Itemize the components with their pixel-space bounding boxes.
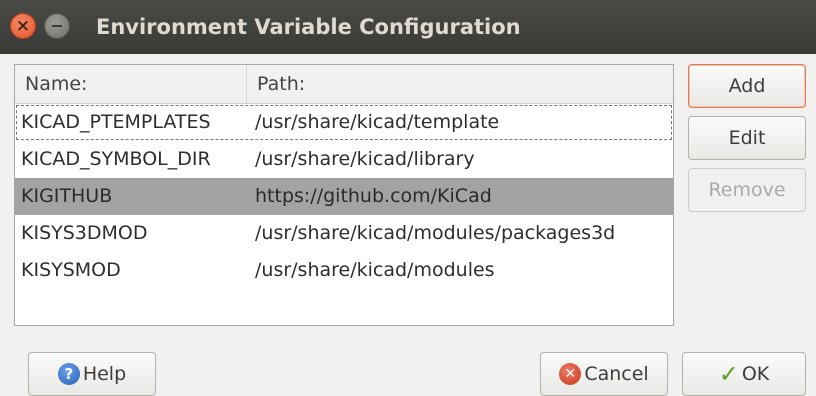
var-path-cell: /usr/share/kicad/modules/packages3d bbox=[255, 222, 616, 244]
table-row[interactable]: KISYS3DMOD /usr/share/kicad/modules/pack… bbox=[15, 215, 673, 252]
add-button[interactable]: Add bbox=[688, 64, 806, 108]
list-header: Name: Path: bbox=[15, 65, 673, 104]
table-row[interactable]: KISYSMOD /usr/share/kicad/modules bbox=[15, 252, 673, 289]
column-header-path[interactable]: Path: bbox=[247, 65, 305, 103]
ok-button[interactable]: ✓ OK bbox=[682, 352, 806, 396]
minimize-icon bbox=[52, 25, 62, 27]
table-row[interactable]: KICAD_PTEMPLATES /usr/share/kicad/templa… bbox=[15, 104, 673, 141]
table-row[interactable]: KICAD_SYMBOL_DIR /usr/share/kicad/librar… bbox=[15, 141, 673, 178]
table-row-selected[interactable]: KIGITHUB https://github.com/KiCad bbox=[15, 178, 673, 215]
question-icon: ? bbox=[57, 363, 80, 385]
column-header-name[interactable]: Name: bbox=[15, 65, 247, 103]
help-button-label: Help bbox=[82, 363, 127, 385]
var-path-cell: /usr/share/kicad/template bbox=[255, 111, 500, 133]
title-bar: × Environment Variable Configuration bbox=[0, 0, 816, 54]
remove-button[interactable]: Remove bbox=[688, 168, 806, 212]
window-minimize-button[interactable] bbox=[44, 13, 70, 39]
cancel-icon: ✕ bbox=[559, 363, 582, 385]
help-button[interactable]: ? Help bbox=[28, 352, 156, 396]
window-close-button[interactable]: × bbox=[10, 13, 36, 39]
edit-button-label: Edit bbox=[728, 127, 766, 149]
env-var-list[interactable]: Name: Path: KICAD_PTEMPLATES /usr/share/… bbox=[14, 64, 674, 326]
close-icon: × bbox=[15, 16, 31, 36]
var-name-cell: KICAD_PTEMPLATES bbox=[21, 111, 211, 133]
cancel-button-label: Cancel bbox=[584, 363, 649, 385]
remove-button-label: Remove bbox=[708, 179, 786, 201]
ok-button-label: OK bbox=[741, 363, 770, 385]
edit-button[interactable]: Edit bbox=[688, 116, 806, 160]
cancel-button[interactable]: ✕ Cancel bbox=[540, 352, 668, 396]
var-name-cell: KISYS3DMOD bbox=[21, 222, 148, 244]
var-name-cell: KISYSMOD bbox=[21, 259, 121, 281]
var-path-cell: /usr/share/kicad/library bbox=[255, 148, 475, 170]
var-path-cell: https://github.com/KiCad bbox=[255, 185, 492, 207]
checkmark-icon: ✓ bbox=[718, 360, 739, 388]
var-name-cell: KIGITHUB bbox=[21, 185, 113, 207]
window-title: Environment Variable Configuration bbox=[96, 15, 521, 39]
add-button-label: Add bbox=[728, 75, 766, 97]
var-name-cell: KICAD_SYMBOL_DIR bbox=[21, 148, 211, 170]
var-path-cell: /usr/share/kicad/modules bbox=[255, 259, 495, 281]
